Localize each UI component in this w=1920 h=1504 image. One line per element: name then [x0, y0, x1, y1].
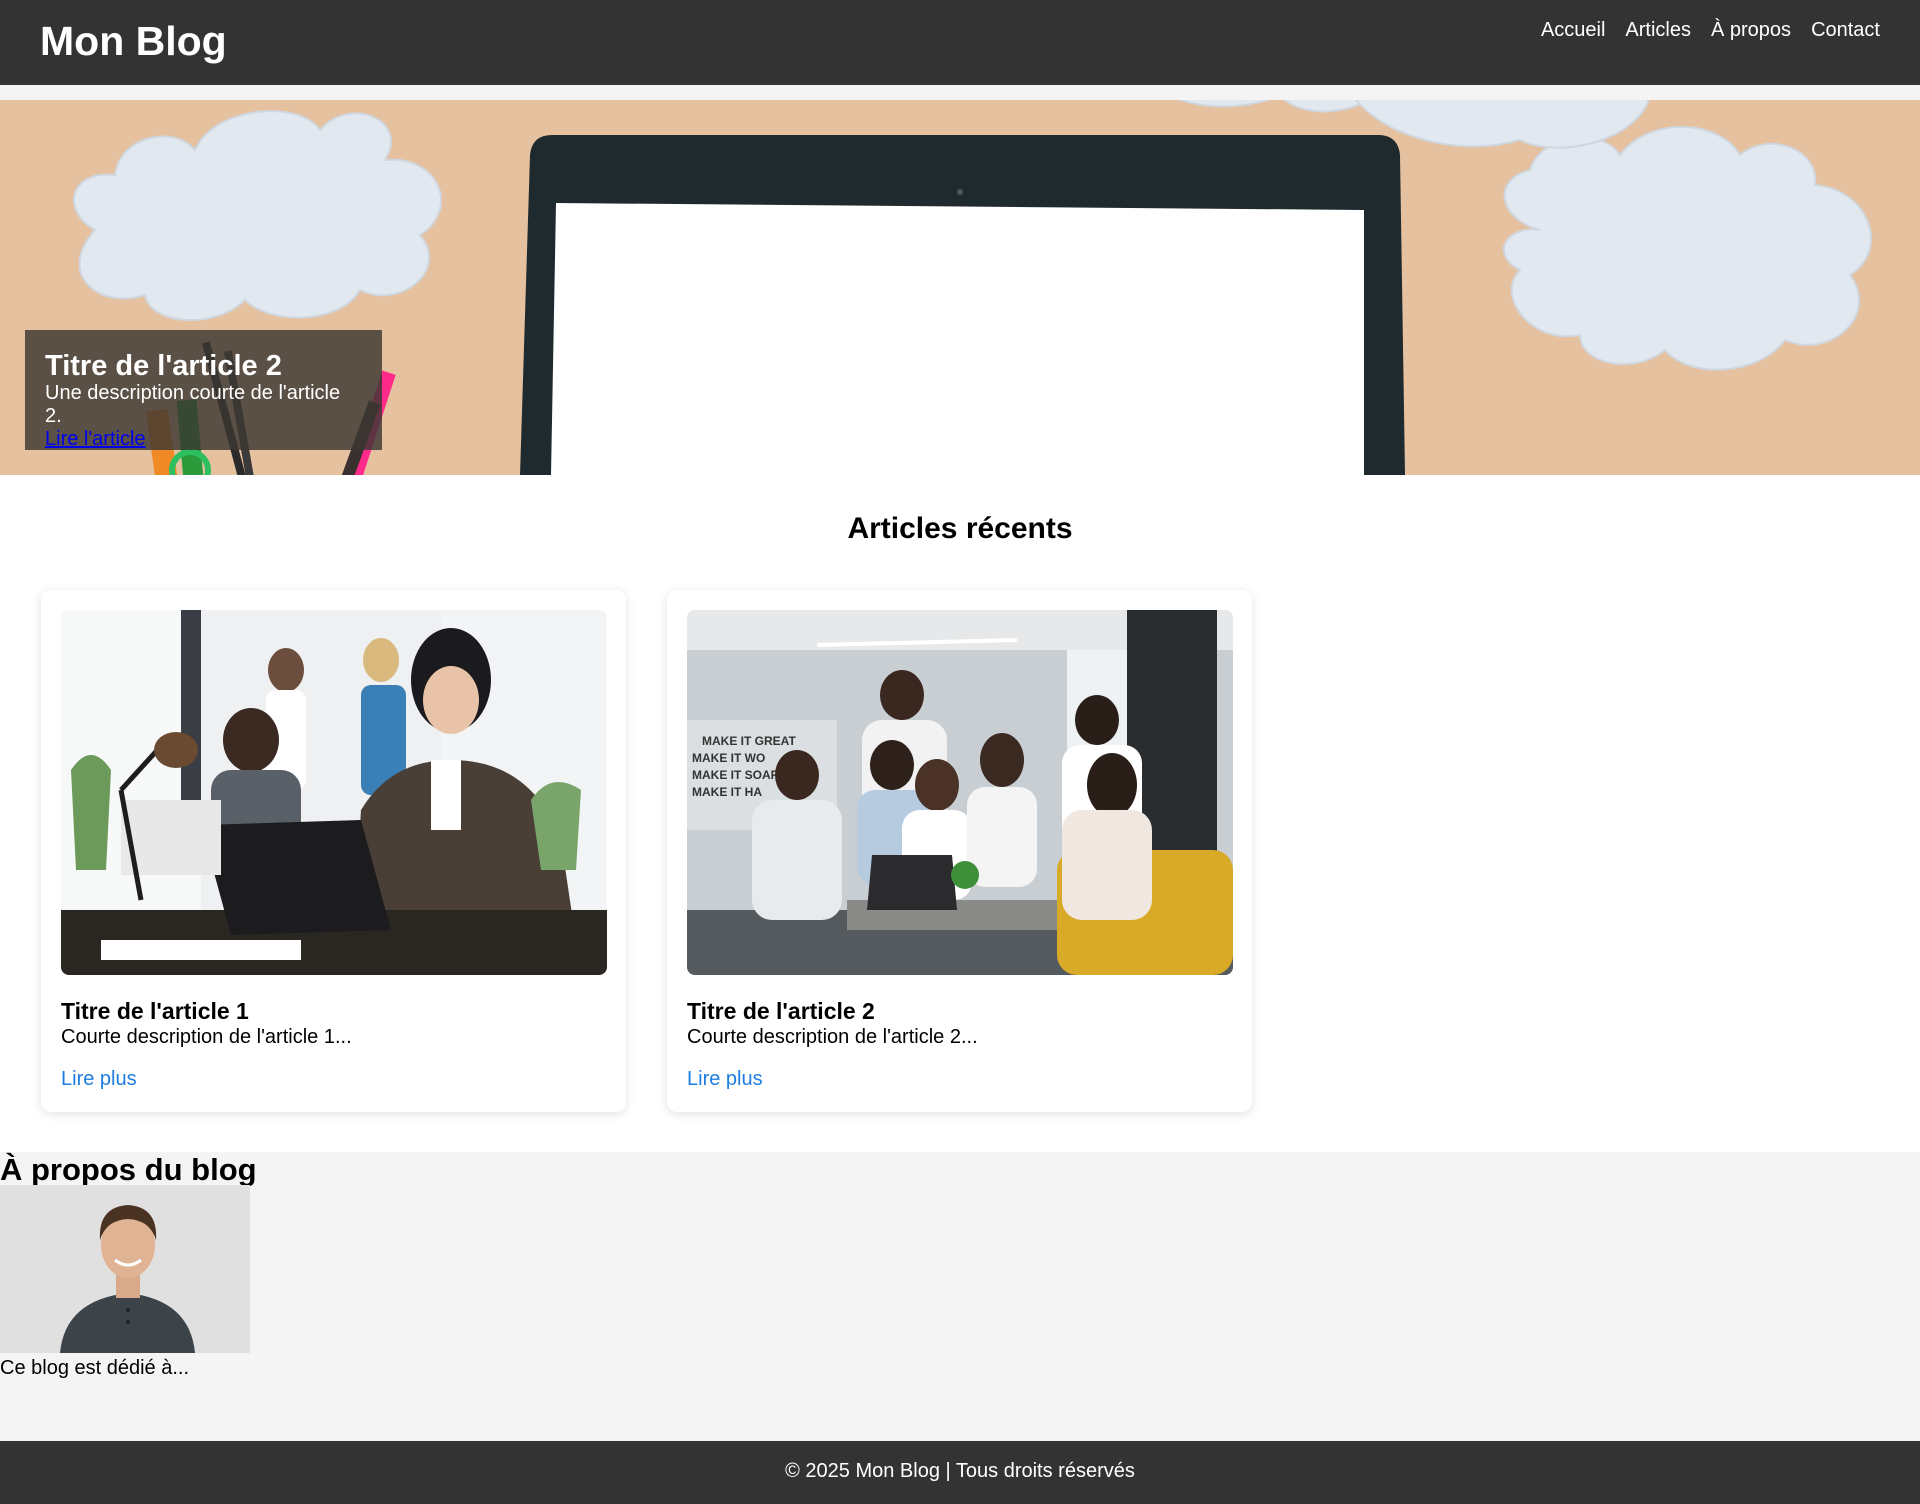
- article-title: Titre de l'article 1: [61, 998, 249, 1024]
- nav-item-a-propos[interactable]: À propos: [1711, 19, 1791, 42]
- divider: [0, 85, 1920, 100]
- article-title: Titre de l'article 2: [687, 998, 875, 1024]
- recent-articles-title: Articles récents: [847, 512, 1073, 545]
- hero-description: Une description courte de l'article 2.: [45, 382, 341, 427]
- svg-text:MAKE IT SOAR: MAKE IT SOAR: [692, 768, 780, 782]
- nav-item-accueil[interactable]: Accueil: [1541, 19, 1605, 42]
- site-header: Mon Blog Accueil Articles À propos Conta…: [0, 0, 1920, 85]
- read-more-link[interactable]: Lire plus: [61, 1068, 137, 1091]
- about-section: À propos du blog Ce blog est dédié à...: [0, 1152, 1920, 1441]
- site-logo[interactable]: Mon Blog: [40, 18, 227, 65]
- about-title: À propos du blog: [0, 1152, 257, 1187]
- article-card: Titre de l'article 1 Courte description …: [41, 590, 626, 1112]
- footer-copyright: © 2025 Mon Blog | Tous droits réservés: [785, 1460, 1135, 1482]
- hero-caption: Titre de l'article 2 Une description cou…: [25, 330, 382, 450]
- article-card: MAKE IT GREAT MAKE IT WO MAKE IT SOAR MA…: [667, 590, 1252, 1112]
- svg-text:MAKE IT WO: MAKE IT WO: [692, 751, 765, 765]
- article-description: Courte description de l'article 2...: [687, 1026, 978, 1048]
- about-text: Ce blog est dédié à...: [0, 1357, 190, 1379]
- hero-banner: Titre de l'article 2 Une description cou…: [0, 100, 1920, 475]
- read-more-link[interactable]: Lire plus: [687, 1068, 763, 1091]
- article-description: Courte description de l'article 1...: [61, 1026, 352, 1048]
- nav-item-articles[interactable]: Articles: [1625, 19, 1691, 42]
- article-image[interactable]: MAKE IT GREAT MAKE IT WO MAKE IT SOAR MA…: [687, 610, 1233, 975]
- author-avatar: [0, 1185, 250, 1353]
- article-image[interactable]: [61, 610, 607, 975]
- hero-title: Titre de l'article 2: [45, 350, 282, 382]
- nav-item-contact[interactable]: Contact: [1811, 19, 1880, 42]
- hero-read-link[interactable]: Lire l'article: [45, 428, 146, 450]
- site-footer: © 2025 Mon Blog | Tous droits réservés: [0, 1441, 1920, 1504]
- svg-text:MAKE IT HA: MAKE IT HA: [692, 785, 762, 799]
- main-nav: Accueil Articles À propos Contact: [1541, 19, 1880, 42]
- svg-text:MAKE IT GREAT: MAKE IT GREAT: [702, 734, 796, 748]
